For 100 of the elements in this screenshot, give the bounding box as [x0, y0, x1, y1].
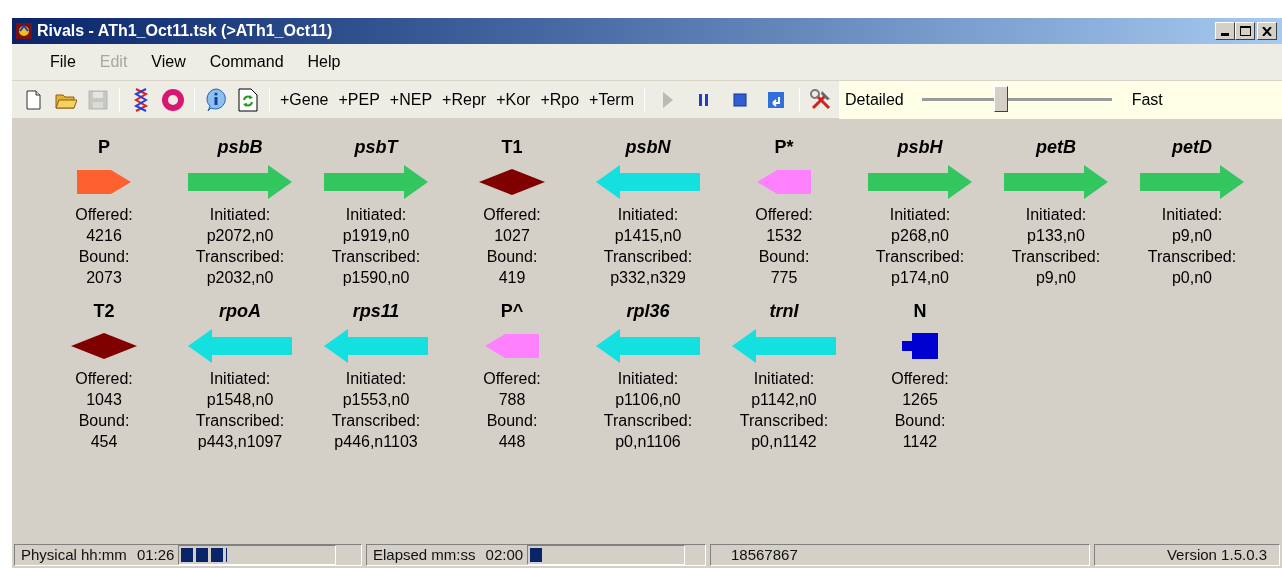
feature-name: psbH [897, 136, 943, 159]
stat-text: Transcribed: [195, 247, 285, 267]
stat-text: Initiated: [345, 369, 407, 389]
stat-text: 448 [498, 432, 526, 452]
stat-text: 1027 [494, 226, 530, 246]
stat-text: Offered: [483, 369, 541, 389]
stat-text: p1548,n0 [206, 390, 274, 410]
close-icon [1262, 26, 1272, 36]
stat-text: Bound: [894, 411, 946, 431]
stat-text: p1553,n0 [342, 390, 410, 410]
menu-item[interactable]: View [139, 49, 198, 75]
stat-text: p2032,n0 [206, 268, 274, 288]
stat-text: Bound: [758, 247, 810, 267]
add-button[interactable]: +Repr [437, 85, 492, 114]
stat-text: p446,n1103 [334, 432, 418, 452]
feature-name: T2 [93, 300, 115, 323]
stat-text: 1265 [902, 390, 938, 410]
stat-text: Transcribed: [603, 411, 693, 431]
stat-text: Offered: [75, 205, 133, 225]
stat-text: Initiated: [617, 205, 679, 225]
stat-text: p9,n0 [1035, 268, 1076, 288]
stat-text: 2073 [86, 268, 122, 288]
stat-text: 775 [770, 268, 798, 288]
close-button[interactable] [1257, 22, 1277, 40]
stat-text: 1142 [902, 432, 938, 452]
stat-text: p0,n1106 [615, 432, 681, 452]
stat-text: Offered: [75, 369, 133, 389]
feature-name: psbB [217, 136, 263, 159]
add-button[interactable]: +PEP [333, 85, 385, 114]
info-icon [204, 87, 228, 112]
feature-name: P^ [500, 300, 524, 323]
feature-name: petB [1036, 136, 1076, 159]
add-button[interactable]: +Term [584, 85, 639, 114]
status-value: 01:26 [136, 544, 175, 565]
feature-name: rps11 [352, 300, 400, 323]
stat-text: Initiated: [209, 369, 271, 389]
status-value: 02:00 [485, 544, 524, 565]
add-button[interactable]: +Gene [275, 85, 334, 114]
window-title: Rivals - ATh1_Oct11.tsk (>ATh1_Oct11) [37, 21, 333, 41]
stat-text: 454 [90, 432, 118, 452]
stat-text: Initiated: [617, 369, 679, 389]
feature-name: petD [1172, 136, 1212, 159]
minimize-button[interactable] [1215, 22, 1235, 40]
stat-text: 419 [498, 268, 526, 288]
stat-text: p2072,n0 [206, 226, 274, 246]
feature-name: P* [774, 136, 794, 159]
maximize-button[interactable] [1235, 22, 1255, 40]
stat-text: Initiated: [1025, 205, 1087, 225]
stat-text: Transcribed: [331, 411, 421, 431]
stat-text: Transcribed: [603, 247, 693, 267]
tools-icon [809, 87, 833, 112]
add-button[interactable]: +Rpo [535, 85, 585, 114]
stat-text: Transcribed: [1147, 247, 1237, 267]
save-icon [87, 88, 109, 111]
stat-text: 4216 [86, 226, 122, 246]
stat-text: Offered: [755, 205, 813, 225]
slider-thumb[interactable] [993, 85, 1008, 112]
maximize-icon [1239, 26, 1251, 36]
stat-text: 1043 [86, 390, 122, 410]
stat-text: p1919,n0 [342, 226, 410, 246]
add-button[interactable]: +NEP [384, 85, 438, 114]
stat-text: p1106,n0 [615, 390, 681, 410]
speed-label: Detailed [845, 89, 904, 110]
version-text: Version 1.5.0.3 [1166, 544, 1267, 565]
feature-name: P [98, 136, 110, 159]
feature-name: rpl36 [626, 300, 670, 323]
menu-item[interactable]: Command [197, 49, 296, 75]
stat-text: p1415,n0 [614, 226, 682, 246]
stat-text: Initiated: [1161, 205, 1223, 225]
status-label: Physical hh:mm [21, 544, 127, 565]
stat-text: 788 [498, 390, 526, 410]
stat-text: p133,n0 [1027, 226, 1085, 246]
stat-text: p0,n1142 [751, 432, 817, 452]
stat-text: p0,n0 [1171, 268, 1212, 288]
stat-text: Initiated: [753, 369, 815, 389]
stat-text: Initiated: [209, 205, 271, 225]
stat-text: 1532 [766, 226, 802, 246]
stat-text: Offered: [483, 205, 541, 225]
stat-text: p1142,n0 [751, 390, 817, 410]
speed-label: Fast [1131, 89, 1163, 110]
add-button[interactable]: +Kor [491, 85, 536, 114]
stat-text: Transcribed: [739, 411, 829, 431]
menu-item[interactable]: Help [295, 49, 353, 75]
stat-text: p443,n1097 [197, 432, 283, 452]
stat-text: p1590,n0 [342, 268, 410, 288]
stat-text: Bound: [78, 411, 130, 431]
feature-name: psbT [354, 136, 398, 159]
menu-item[interactable]: File [38, 49, 88, 75]
feature-name: rpoA [219, 300, 261, 323]
stat-text: Transcribed: [331, 247, 421, 267]
stat-text: Initiated: [889, 205, 951, 225]
stat-text: p174,n0 [891, 268, 949, 288]
feature-name: trnI [769, 300, 799, 323]
stat-text: Initiated: [345, 205, 407, 225]
app-icon [15, 22, 33, 40]
stat-text: Transcribed: [195, 411, 285, 431]
stat-text: Transcribed: [875, 247, 965, 267]
minimize-icon [1221, 33, 1229, 36]
stat-text: Bound: [78, 247, 130, 267]
stat-text: Transcribed: [1011, 247, 1101, 267]
